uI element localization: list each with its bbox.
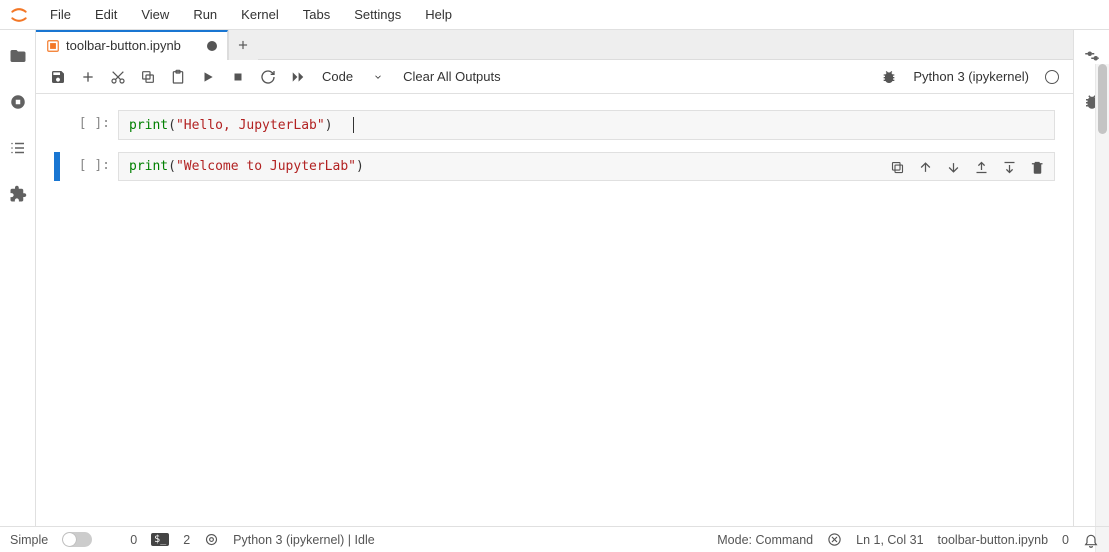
- status-kernel[interactable]: Python 3 (ipykernel) | Idle: [233, 533, 375, 547]
- cell-toolbar: [886, 156, 1048, 178]
- restart-run-all-button[interactable]: [284, 63, 312, 91]
- cut-button[interactable]: [104, 63, 132, 91]
- status-error-count[interactable]: 0: [130, 533, 137, 547]
- notrusted-icon[interactable]: [827, 532, 842, 547]
- property-inspector-icon[interactable]: [1082, 46, 1102, 66]
- menu-tabs[interactable]: Tabs: [293, 3, 340, 26]
- cell-type-select[interactable]: Code: [314, 69, 391, 84]
- cell-prompt: [ ]:: [66, 110, 118, 140]
- insert-cell-button[interactable]: [74, 63, 102, 91]
- status-filename[interactable]: toolbar-button.ipynb: [938, 533, 1049, 547]
- status-mode[interactable]: Mode: Command: [717, 533, 813, 547]
- copy-button[interactable]: [134, 63, 162, 91]
- debug-icon[interactable]: [875, 63, 903, 91]
- lsp-status-icon[interactable]: [204, 532, 219, 547]
- tab-label: toolbar-button.ipynb: [66, 38, 181, 53]
- restart-button[interactable]: [254, 63, 282, 91]
- scrollbar-thumb[interactable]: [1098, 64, 1107, 134]
- cell-active-bar: [54, 110, 60, 140]
- scrollbar[interactable]: [1095, 64, 1109, 552]
- code-cell[interactable]: [ ]: print("Hello, JupyterLab"): [54, 110, 1055, 140]
- menu-settings[interactable]: Settings: [344, 3, 411, 26]
- save-button[interactable]: [44, 63, 72, 91]
- new-tab-button[interactable]: [228, 30, 258, 60]
- simple-mode-toggle[interactable]: [62, 532, 92, 547]
- move-cell-down-icon[interactable]: [942, 156, 964, 178]
- duplicate-cell-icon[interactable]: [886, 156, 908, 178]
- main-content: toolbar-button.ipynb Code Clear All Outp…: [36, 30, 1073, 526]
- status-terminal-count[interactable]: 2: [183, 533, 190, 547]
- file-browser-icon[interactable]: [8, 46, 28, 66]
- paste-button[interactable]: [164, 63, 192, 91]
- menu-run[interactable]: Run: [183, 3, 227, 26]
- delete-cell-icon[interactable]: [1026, 156, 1048, 178]
- cell-input[interactable]: print("Welcome to JupyterLab"): [118, 152, 1055, 181]
- status-cursor[interactable]: Ln 1, Col 31: [856, 533, 923, 547]
- unsaved-dot-icon: [207, 41, 217, 51]
- insert-below-icon[interactable]: [998, 156, 1020, 178]
- notebook-toolbar: Code Clear All Outputs Python 3 (ipykern…: [36, 60, 1073, 94]
- cell-prompt: [ ]:: [66, 152, 118, 181]
- kernel-status-icon: [1045, 70, 1059, 84]
- menu-edit[interactable]: Edit: [85, 3, 127, 26]
- menu-file[interactable]: File: [40, 3, 81, 26]
- cell-type-label: Code: [322, 69, 353, 84]
- menubar: File Edit View Run Kernel Tabs Settings …: [0, 0, 1109, 30]
- menu-kernel[interactable]: Kernel: [231, 3, 289, 26]
- jupyter-logo-icon: [8, 4, 30, 26]
- chevron-down-icon: [373, 72, 383, 82]
- simple-mode-label: Simple: [10, 533, 48, 547]
- extensions-icon[interactable]: [8, 184, 28, 204]
- interrupt-button[interactable]: [224, 63, 252, 91]
- run-button[interactable]: [194, 63, 222, 91]
- running-sessions-icon[interactable]: [8, 92, 28, 112]
- menu-help[interactable]: Help: [415, 3, 462, 26]
- toc-icon[interactable]: [8, 138, 28, 158]
- cell-input[interactable]: print("Hello, JupyterLab"): [118, 110, 1055, 140]
- kernel-name-button[interactable]: Python 3 (ipykernel): [905, 69, 1037, 84]
- notebook-tab[interactable]: toolbar-button.ipynb: [36, 30, 228, 60]
- insert-above-icon[interactable]: [970, 156, 992, 178]
- status-bar: Simple 0 $_ 2 Python 3 (ipykernel) | Idl…: [0, 526, 1109, 552]
- notebook-icon: [46, 39, 60, 53]
- code-cell[interactable]: [ ]: print("Welcome to JupyterLab"): [54, 152, 1055, 181]
- status-notif-count[interactable]: 0: [1062, 533, 1069, 547]
- bell-icon[interactable]: [1083, 532, 1099, 548]
- clear-all-outputs-button[interactable]: Clear All Outputs: [393, 69, 511, 84]
- move-cell-up-icon[interactable]: [914, 156, 936, 178]
- terminal-badge-icon[interactable]: $_: [151, 533, 169, 546]
- menu-view[interactable]: View: [131, 3, 179, 26]
- main-menu: File Edit View Run Kernel Tabs Settings …: [40, 3, 462, 26]
- text-cursor-icon: [353, 117, 354, 133]
- cell-active-bar: [54, 152, 60, 181]
- tab-bar: toolbar-button.ipynb: [36, 30, 1073, 60]
- left-sidebar: [0, 30, 36, 526]
- notebook-area[interactable]: [ ]: print("Hello, JupyterLab") [ ]: pri…: [36, 94, 1073, 526]
